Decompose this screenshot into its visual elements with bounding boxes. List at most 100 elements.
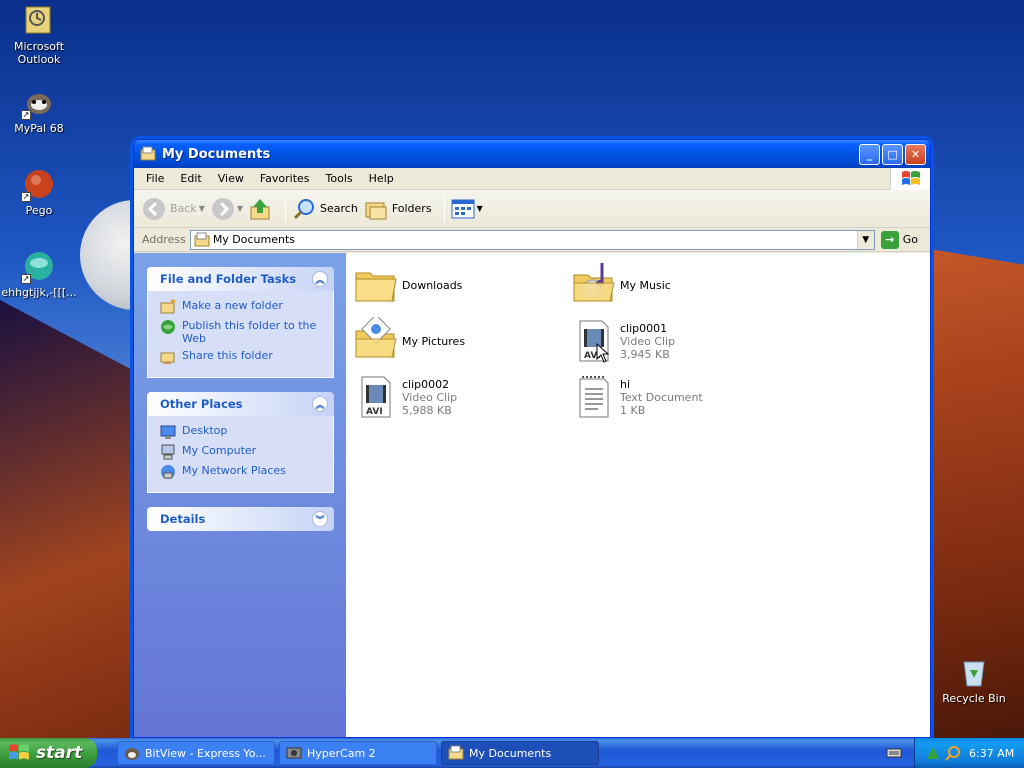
minimize-button[interactable]: _	[859, 143, 880, 165]
search-tray-icon[interactable]	[945, 745, 961, 761]
minimize-icon: _	[866, 147, 873, 161]
forward-arrow-icon	[211, 197, 234, 220]
task-label: BitView - Express Yo...	[145, 746, 266, 760]
search-icon	[293, 198, 315, 219]
menu-tools[interactable]: Tools	[318, 172, 361, 185]
expand-chevron-icon[interactable]: ︾	[312, 511, 328, 527]
desktop-icon-outlook[interactable]: Microsoft Outlook	[0, 4, 78, 66]
file-list: Downloads My Music My Pictures AVI clip0…	[346, 253, 930, 737]
place-my-network[interactable]: My Network Places	[160, 464, 325, 480]
address-bar: Address My Documents ▼ → Go	[134, 228, 930, 252]
close-button[interactable]: ✕	[905, 143, 926, 165]
address-dropdown-icon[interactable]: ▼	[856, 230, 874, 249]
up-button[interactable]	[249, 197, 273, 221]
task-share-folder[interactable]: Share this folder	[160, 349, 325, 365]
file-item-clip0002[interactable]: AVI clip0002 Video Clip 5,988 KB	[352, 373, 562, 421]
go-arrow-icon: →	[880, 230, 899, 249]
address-input[interactable]: My Documents ▼	[189, 229, 875, 250]
my-computer-icon	[161, 444, 175, 460]
new-folder-icon	[160, 299, 176, 314]
maximize-button[interactable]: □	[882, 143, 903, 165]
desktop-icon-label: ehhgtjjk,-[[[...	[1, 286, 77, 299]
my-documents-icon	[448, 745, 464, 760]
task-label: Share this folder	[182, 349, 273, 362]
dune-wallpaper-left	[0, 300, 150, 738]
collapse-chevron-icon[interactable]: ︽	[312, 271, 328, 287]
task-label: HyperCam 2	[307, 746, 376, 760]
file-item-hi[interactable]: hi Text Document 1 KB	[570, 373, 780, 421]
task-make-new-folder[interactable]: Make a new folder	[160, 299, 325, 315]
generic-app-icon: ↗	[21, 250, 55, 284]
file-item-my-music[interactable]: My Music	[570, 261, 780, 309]
other-places-body: Desktop My Computer My Network Places	[147, 416, 334, 493]
file-name: clip0002	[402, 377, 450, 391]
desktop-icon-recycle-bin[interactable]: Recycle Bin	[935, 656, 1013, 705]
forward-dropdown-icon[interactable]: ▼	[237, 204, 243, 213]
place-label: Desktop	[182, 424, 228, 437]
desktop-icon-mypal[interactable]: ↗ MyPal 68	[0, 86, 78, 135]
file-name: My Pictures	[402, 334, 466, 348]
place-desktop[interactable]: Desktop	[160, 424, 325, 440]
other-places-header[interactable]: Other Places ︽	[147, 392, 334, 416]
file-item-downloads[interactable]: Downloads	[352, 261, 562, 309]
folders-button[interactable]: Folders	[364, 197, 432, 221]
desktop-icon-label: Microsoft Outlook	[13, 40, 65, 66]
shortcut-arrow-icon: ↗	[21, 192, 31, 202]
title-bar[interactable]: My Documents _ □ ✕	[134, 140, 930, 168]
back-dropdown-icon[interactable]: ▼	[199, 204, 205, 213]
maximize-icon: □	[887, 147, 898, 161]
avi-file-icon: AVI	[361, 376, 391, 418]
task-label: My Documents	[469, 746, 552, 760]
back-arrow-icon	[143, 197, 165, 220]
details-header[interactable]: Details ︾	[147, 507, 334, 531]
file-folder-tasks-header[interactable]: File and Folder Tasks ︽	[147, 267, 334, 291]
mouse-cursor-icon	[596, 343, 610, 363]
task-publish-folder[interactable]: Publish this folder to the Web	[160, 319, 325, 345]
place-label: My Computer	[182, 444, 257, 457]
address-value: My Documents	[212, 233, 296, 246]
search-label: Search	[320, 202, 358, 215]
file-type: Video Clip	[402, 390, 458, 404]
desktop-icon-label: Pego	[25, 204, 53, 217]
taskbar-button-bitview[interactable]: BitView - Express Yo...	[117, 741, 275, 765]
keyboard-icon[interactable]	[886, 745, 902, 761]
group-title: Other Places	[160, 397, 243, 411]
toolbar-separator	[285, 194, 287, 223]
taskbar-button-hypercam[interactable]: HyperCam 2	[279, 741, 437, 765]
menu-file[interactable]: File	[138, 172, 172, 185]
back-label: Back	[170, 202, 197, 215]
window-content: File and Folder Tasks ︽ Make a new folde…	[134, 253, 930, 737]
views-button[interactable]: ▼	[451, 198, 483, 220]
toolbar: Back ▼ ▼ Search Folders ▼	[134, 190, 930, 228]
forward-button[interactable]: ▼	[211, 197, 243, 221]
go-label: Go	[902, 233, 918, 246]
mypal-icon: ↗	[21, 86, 55, 120]
file-folder-tasks-group: File and Folder Tasks ︽ Make a new folde…	[147, 267, 334, 378]
folder-icon	[355, 272, 397, 302]
menu-view[interactable]: View	[210, 172, 252, 185]
menu-edit[interactable]: Edit	[172, 172, 209, 185]
file-item-my-pictures[interactable]: My Pictures	[352, 317, 562, 365]
desktop-icon	[160, 425, 176, 439]
desktop-icon-pego[interactable]: ↗ Pego	[0, 168, 78, 217]
taskbar-button-my-documents[interactable]: My Documents	[441, 741, 599, 765]
go-button[interactable]: → Go	[880, 230, 918, 249]
window-title: My Documents	[162, 146, 271, 162]
svg-text:AVI: AVI	[366, 407, 383, 417]
desktop-icon-app[interactable]: ↗ ehhgtjjk,-[[[...	[0, 250, 78, 299]
clock[interactable]: 6:37 AM	[969, 747, 1014, 760]
file-size: 3,945 KB	[620, 347, 670, 361]
menu-favorites[interactable]: Favorites	[252, 172, 318, 185]
network-tray-icon[interactable]	[925, 745, 941, 761]
text-file-icon	[579, 376, 609, 418]
menu-help[interactable]: Help	[361, 172, 402, 185]
search-button[interactable]: Search	[292, 197, 358, 221]
back-button[interactable]: Back ▼	[142, 197, 205, 221]
start-button[interactable]: start	[0, 738, 97, 768]
views-dropdown-icon[interactable]: ▼	[477, 204, 483, 213]
file-folder-tasks-body: Make a new folder Publish this folder to…	[147, 291, 334, 378]
outlook-icon	[23, 4, 55, 36]
place-my-computer[interactable]: My Computer	[160, 444, 325, 460]
pictures-folder-icon	[355, 317, 397, 358]
collapse-chevron-icon[interactable]: ︽	[312, 396, 328, 412]
